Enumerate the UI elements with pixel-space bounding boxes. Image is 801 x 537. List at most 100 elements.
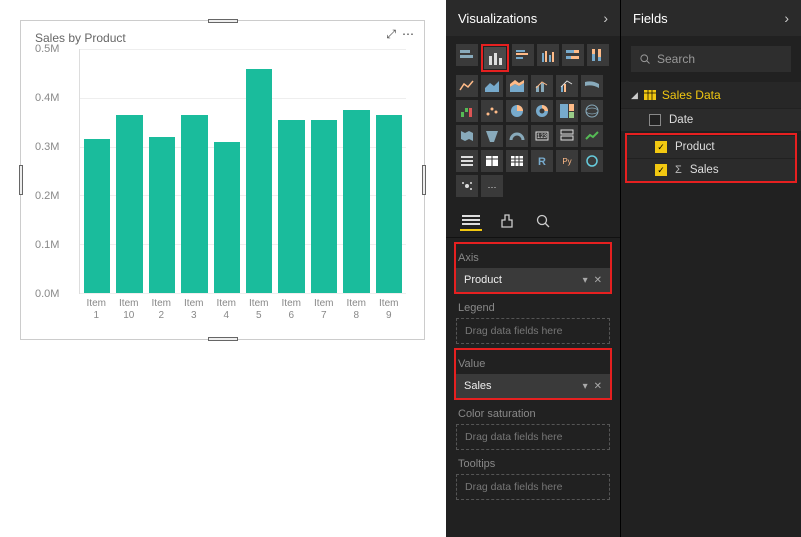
dropdown-icon[interactable]: ▾ bbox=[583, 381, 588, 392]
slicer-icon[interactable] bbox=[456, 150, 478, 172]
field-name: Date bbox=[669, 114, 693, 126]
x-axis-label: Item3 bbox=[181, 294, 208, 322]
r-visual-icon[interactable]: R bbox=[531, 150, 553, 172]
bar[interactable] bbox=[246, 69, 272, 293]
fields-panel: Fields › Search ◢ Sales Data Date ✓ Prod… bbox=[621, 0, 801, 537]
table-icon bbox=[644, 90, 656, 100]
waterfall-icon[interactable] bbox=[456, 100, 478, 122]
chart-title: Sales by Product bbox=[35, 31, 410, 45]
value-field-pill[interactable]: Sales ▾ ✕ bbox=[456, 374, 610, 398]
field-row-product[interactable]: ✓ Product bbox=[627, 136, 795, 158]
visualization-gallery: 123 R Py ⋯ bbox=[446, 36, 620, 205]
remove-icon[interactable]: ✕ bbox=[594, 275, 602, 286]
dropdown-icon[interactable]: ▾ bbox=[583, 275, 588, 286]
x-axis-label: Item8 bbox=[343, 294, 370, 322]
y-axis-tick: 0.4M bbox=[35, 92, 59, 104]
checkbox-checked-icon[interactable]: ✓ bbox=[655, 164, 667, 176]
checkbox-checked-icon[interactable]: ✓ bbox=[655, 141, 667, 153]
svg-text:⋯: ⋯ bbox=[488, 182, 497, 192]
map-icon[interactable] bbox=[581, 100, 603, 122]
x-axis-label: Item2 bbox=[148, 294, 175, 322]
treemap-icon[interactable] bbox=[556, 100, 578, 122]
y-axis-tick: 0.1M bbox=[35, 239, 59, 251]
more-options-icon[interactable]: ⋯ bbox=[402, 27, 414, 42]
checkbox-icon[interactable] bbox=[649, 114, 661, 126]
y-axis-tick: 0.0M bbox=[35, 288, 59, 300]
axis-field-name: Product bbox=[464, 274, 502, 286]
fields-tab-icon[interactable] bbox=[460, 211, 482, 231]
chevron-right-icon[interactable]: › bbox=[784, 10, 789, 26]
gauge-icon[interactable] bbox=[506, 125, 528, 147]
color-drop-zone[interactable]: Drag data fields here bbox=[456, 424, 610, 450]
bar[interactable] bbox=[343, 110, 369, 293]
x-axis-label: Item6 bbox=[278, 294, 305, 322]
x-axis-label: Item9 bbox=[376, 294, 403, 322]
table-header[interactable]: ◢ Sales Data bbox=[621, 82, 801, 108]
stacked-area-icon[interactable] bbox=[506, 75, 528, 97]
line-clustered-column-icon[interactable] bbox=[556, 75, 578, 97]
visualizations-panel: Visualizations › 123 R Py ⋯ bbox=[446, 0, 621, 537]
x-axis-label: Item7 bbox=[311, 294, 338, 322]
fields-header[interactable]: Fields › bbox=[621, 0, 801, 36]
import-visual-icon[interactable]: ⋯ bbox=[481, 175, 503, 197]
search-input[interactable]: Search bbox=[631, 46, 791, 72]
resize-handle-right[interactable] bbox=[422, 165, 426, 195]
value-field-name: Sales bbox=[464, 380, 492, 392]
card-icon[interactable]: 123 bbox=[531, 125, 553, 147]
donut-icon[interactable] bbox=[531, 100, 553, 122]
custom-visual-icon[interactable] bbox=[456, 175, 478, 197]
x-axis-label: Item1 bbox=[83, 294, 110, 322]
report-canvas[interactable]: ⤢ ⋯ Sales by Product 0.5M0.4M0.3M0.2M0.1… bbox=[0, 0, 446, 537]
bar[interactable] bbox=[116, 115, 142, 293]
bar[interactable] bbox=[376, 115, 402, 293]
kpi-icon[interactable] bbox=[581, 125, 603, 147]
pie-icon[interactable] bbox=[506, 100, 528, 122]
filled-map-icon[interactable] bbox=[456, 125, 478, 147]
resize-handle-bottom[interactable] bbox=[208, 337, 238, 341]
python-visual-icon[interactable]: Py bbox=[556, 150, 578, 172]
resize-handle-top[interactable] bbox=[208, 19, 238, 23]
field-row-date[interactable]: Date bbox=[621, 109, 801, 131]
analytics-tab-icon[interactable] bbox=[532, 211, 554, 231]
matrix-icon[interactable] bbox=[506, 150, 528, 172]
tooltips-drop-zone[interactable]: Drag data fields here bbox=[456, 474, 610, 500]
bar[interactable] bbox=[311, 120, 337, 293]
chevron-right-icon[interactable]: › bbox=[603, 10, 608, 26]
area-chart-icon[interactable] bbox=[481, 75, 503, 97]
funnel-icon[interactable] bbox=[481, 125, 503, 147]
tooltips-well-label: Tooltips bbox=[456, 450, 610, 474]
field-wells: Axis Product ▾✕ Legend Drag data fields … bbox=[446, 238, 620, 512]
stacked-bar-icon[interactable] bbox=[456, 44, 478, 66]
stacked-column-100-icon[interactable] bbox=[587, 44, 609, 66]
bar[interactable] bbox=[149, 137, 175, 293]
multi-card-icon[interactable] bbox=[556, 125, 578, 147]
scatter-icon[interactable] bbox=[481, 100, 503, 122]
bar[interactable] bbox=[278, 120, 304, 293]
clustered-bar-icon[interactable] bbox=[512, 44, 534, 66]
bar[interactable] bbox=[214, 142, 240, 293]
visualizations-header[interactable]: Visualizations › bbox=[446, 0, 620, 36]
legend-drop-zone[interactable]: Drag data fields here bbox=[456, 318, 610, 344]
axis-field-pill[interactable]: Product ▾ ✕ bbox=[456, 268, 610, 292]
chart-visual[interactable]: ⤢ ⋯ Sales by Product 0.5M0.4M0.3M0.2M0.1… bbox=[20, 20, 425, 340]
clustered-column-icon[interactable] bbox=[537, 44, 559, 66]
axis-well-label: Axis bbox=[456, 244, 610, 268]
remove-icon[interactable]: ✕ bbox=[594, 381, 602, 392]
line-chart-icon[interactable] bbox=[456, 75, 478, 97]
bar[interactable] bbox=[84, 139, 110, 293]
value-well-label: Value bbox=[456, 350, 610, 374]
field-name: Product bbox=[675, 141, 715, 153]
expand-icon[interactable]: ◢ bbox=[631, 90, 638, 101]
bar[interactable] bbox=[181, 115, 207, 293]
format-tab-icon[interactable] bbox=[496, 211, 518, 231]
stacked-bar-100-icon[interactable] bbox=[562, 44, 584, 66]
resize-handle-left[interactable] bbox=[19, 165, 23, 195]
arcgis-icon[interactable] bbox=[581, 150, 603, 172]
y-axis-tick: 0.3M bbox=[35, 141, 59, 153]
field-row-sales[interactable]: ✓ Σ Sales bbox=[627, 159, 795, 181]
focus-mode-icon[interactable]: ⤢ bbox=[386, 27, 396, 42]
ribbon-chart-icon[interactable] bbox=[581, 75, 603, 97]
line-stacked-column-icon[interactable] bbox=[531, 75, 553, 97]
table-icon[interactable] bbox=[481, 150, 503, 172]
stacked-column-icon[interactable] bbox=[484, 47, 506, 69]
